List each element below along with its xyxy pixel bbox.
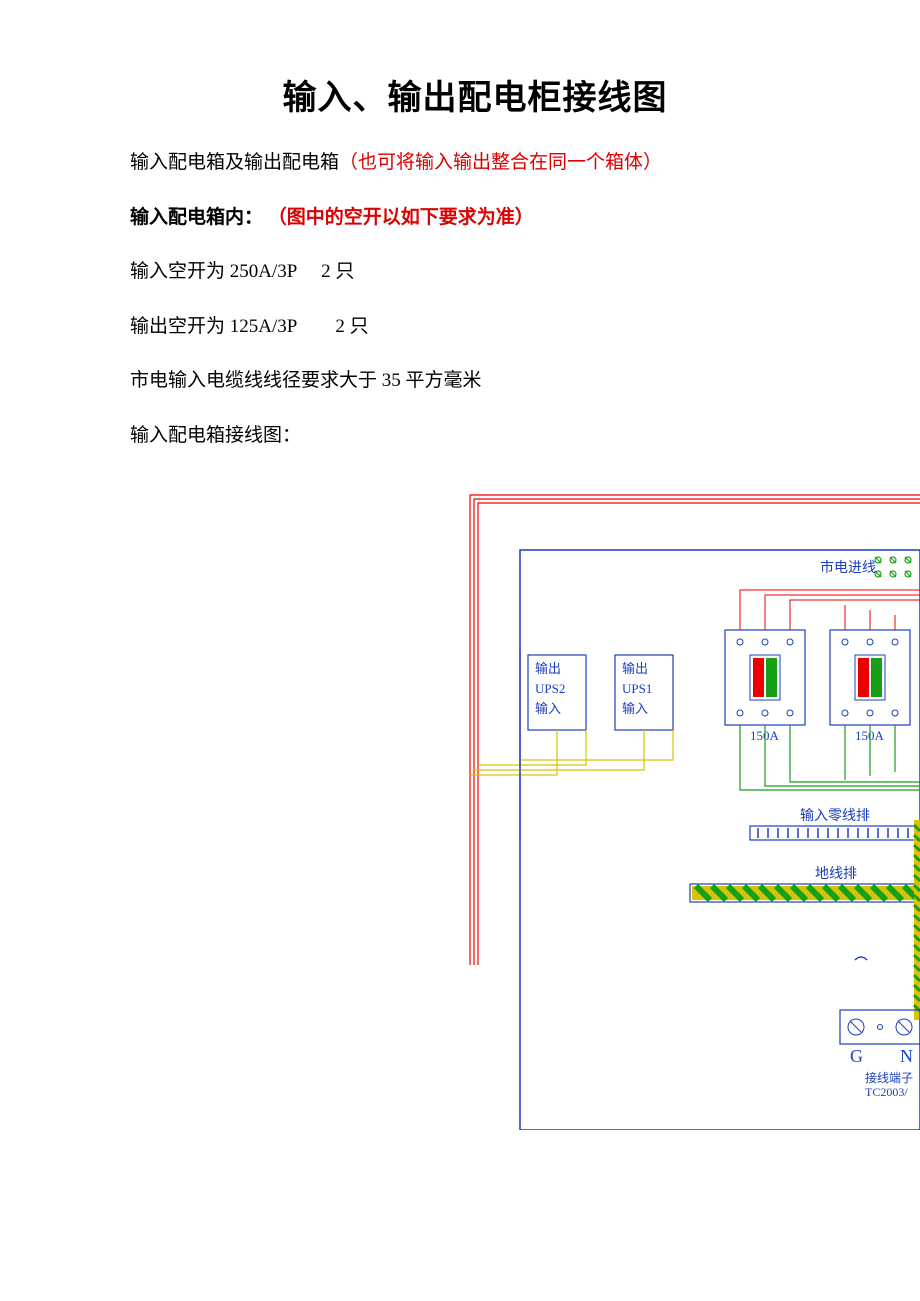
svg-text:输入: 输入 (622, 701, 648, 716)
spec2-a: 输出空开为 125A/3P (130, 316, 297, 337)
intro-paragraph: 输入配电箱及输出配电箱（也可将输入输出整合在同一个箱体） (130, 149, 790, 178)
svg-text:输入: 输入 (535, 701, 561, 716)
ups1-box: 输出 UPS1 输入 (615, 655, 673, 730)
ups2-box: 输出 UPS2 输入 (528, 655, 586, 730)
spec-line-3: 市电输入电缆线线径要求大于 35 平方毫米 (130, 367, 790, 396)
intro-text-red: （也可将输入输出整合在同一个箱体） (339, 152, 662, 173)
svg-text:G: G (850, 1046, 863, 1066)
spec-line-1: 输入空开为 250A/3P 2 只 (130, 258, 790, 287)
ground-bar-label: 地线排 (815, 866, 857, 882)
svg-text:UPS1: UPS1 (622, 681, 652, 696)
neutral-bar-label: 输入零线排 (800, 808, 870, 824)
mains-label: 市电进线 (820, 559, 876, 576)
svg-text:输出: 输出 (622, 661, 648, 676)
svg-text:N: N (900, 1046, 913, 1066)
terminal-block: G N 接线端子 TC2003/ (840, 1010, 920, 1099)
wiring-diagram: 市电进线 输出 UPS2 输入 输出 UPS1 输入 150A (460, 490, 920, 1130)
spec-line-2: 输出空开为 125A/3P 2 只 (130, 313, 790, 342)
intro-text-black: 输入配电箱及输出配电箱 (130, 152, 339, 173)
section-red: （图中的空开以如下要求为准） (268, 207, 534, 228)
svg-text:接线端子: 接线端子 (865, 1070, 913, 1085)
spec-line-4: 输入配电箱接线图： (130, 422, 790, 451)
svg-text:UPS2: UPS2 (535, 681, 565, 696)
section-black: 输入配电箱内： (130, 207, 263, 228)
spec1-a: 输入空开为 250A/3P (130, 261, 297, 282)
svg-text:TC2003/: TC2003/ (865, 1085, 908, 1099)
svg-text:输出: 输出 (535, 661, 561, 676)
section-heading: 输入配电箱内： （图中的空开以如下要求为准） (130, 204, 790, 233)
spec1-b: 2 只 (321, 261, 354, 282)
spec2-b: 2 只 (335, 316, 368, 337)
document-title: 输入、输出配电柜接线图 (215, 70, 735, 119)
